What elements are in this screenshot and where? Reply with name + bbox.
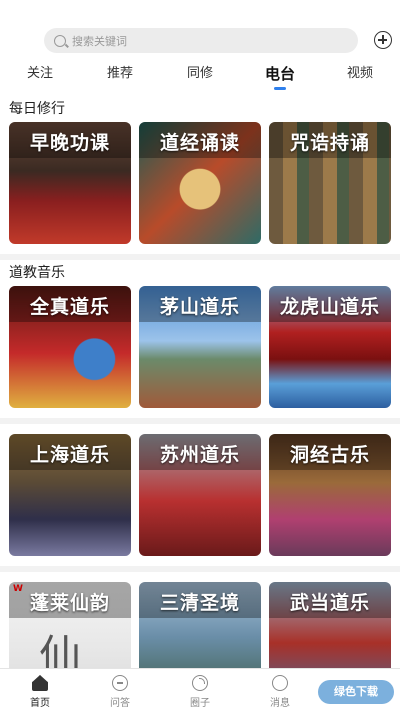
calligraphy: 仙 — [39, 631, 82, 668]
card-label: 茅山道乐 — [159, 296, 240, 318]
search-icon — [54, 34, 66, 47]
nav-qa[interactable]: 问答 — [80, 669, 160, 711]
tab-radio[interactable]: 电台 — [240, 62, 320, 90]
card-wudang[interactable]: 武当道乐 — [269, 582, 391, 668]
card-label: 咒诰持诵 — [289, 132, 370, 154]
card-label: 武当道乐 — [289, 592, 370, 614]
card-sanqing[interactable]: 三清圣境 — [139, 582, 261, 668]
card-grid: 早晚功课 道经诵读 咒诰持诵 — [0, 122, 400, 244]
tab-follow[interactable]: 关注 — [0, 62, 80, 90]
search-bar[interactable]: 搜索关键词 — [44, 28, 358, 53]
card-penglai[interactable]: W 仙 蓬莱仙韵 — [9, 582, 131, 668]
card-grid: 全真道乐 茅山道乐 龙虎山道乐 — [0, 286, 400, 408]
card-longhushan[interactable]: 龙虎山道乐 — [269, 286, 391, 408]
nav-label: 圈子 — [190, 698, 210, 709]
section-title: 每日修行 — [9, 101, 65, 117]
card-label: 早晚功课 — [29, 132, 110, 154]
section-taoist-music: 道教音乐 全真道乐 茅山道乐 龙虎山道乐 — [0, 260, 400, 418]
section-daily-practice: 每日修行 早晚功课 道经诵读 咒诰持诵 — [0, 96, 400, 254]
card-label: 苏州道乐 — [159, 444, 240, 466]
card-scripture-reading[interactable]: 道经诵读 — [139, 122, 261, 244]
home-icon — [32, 675, 48, 691]
section-music-row2: 上海道乐 苏州道乐 洞经古乐 — [0, 424, 400, 566]
watermark-badge: 绿色下载 — [318, 680, 394, 704]
nav-label: 问答 — [110, 698, 130, 709]
card-shanghai[interactable]: 上海道乐 — [9, 434, 131, 556]
card-morning-evening[interactable]: 早晚功课 — [9, 122, 131, 244]
circle-icon — [192, 675, 208, 691]
card-quanzhen[interactable]: 全真道乐 — [9, 286, 131, 408]
section-title: 道教音乐 — [9, 265, 65, 281]
card-label: 全真道乐 — [29, 296, 110, 318]
nav-home[interactable]: 首页 — [0, 669, 80, 711]
card-dongjing[interactable]: 洞经古乐 — [269, 434, 391, 556]
add-button[interactable] — [374, 31, 392, 49]
tab-fellow[interactable]: 同修 — [160, 62, 240, 90]
card-suzhou[interactable]: 苏州道乐 — [139, 434, 261, 556]
card-grid: 上海道乐 苏州道乐 洞经古乐 — [0, 434, 400, 556]
search-placeholder: 搜索关键词 — [72, 34, 127, 48]
main-content: 每日修行 早晚功课 道经诵读 咒诰持诵 道教音乐 全真道乐 茅山道乐 龙虎山道乐… — [0, 96, 400, 668]
card-label: 三清圣境 — [159, 592, 240, 614]
tab-bar: 关注 推荐 同修 电台 视频 — [0, 62, 400, 90]
nav-label: 首页 — [30, 698, 50, 709]
card-label: 洞经古乐 — [289, 444, 370, 466]
tab-recommend[interactable]: 推荐 — [80, 62, 160, 90]
card-label: 道经诵读 — [159, 132, 240, 154]
top-bar: 搜索关键词 关注 推荐 同修 电台 视频 — [0, 0, 400, 96]
qa-icon — [112, 675, 128, 691]
section-music-row3: W 仙 蓬莱仙韵 三清圣境 武当道乐 — [0, 572, 400, 668]
nav-label: 消息 — [270, 698, 290, 709]
card-maoshan[interactable]: 茅山道乐 — [139, 286, 261, 408]
card-label: 龙虎山道乐 — [279, 296, 380, 318]
nav-circle[interactable]: 圈子 — [160, 669, 240, 711]
card-grid: W 仙 蓬莱仙韵 三清圣境 武当道乐 — [0, 582, 400, 668]
tab-video[interactable]: 视频 — [320, 62, 400, 90]
card-mantra[interactable]: 咒诰持诵 — [269, 122, 391, 244]
album-logo: W — [13, 584, 23, 594]
message-icon — [272, 675, 288, 691]
nav-message[interactable]: 消息 — [240, 669, 320, 711]
card-label: 蓬莱仙韵 — [29, 592, 110, 614]
card-label: 上海道乐 — [29, 444, 110, 466]
